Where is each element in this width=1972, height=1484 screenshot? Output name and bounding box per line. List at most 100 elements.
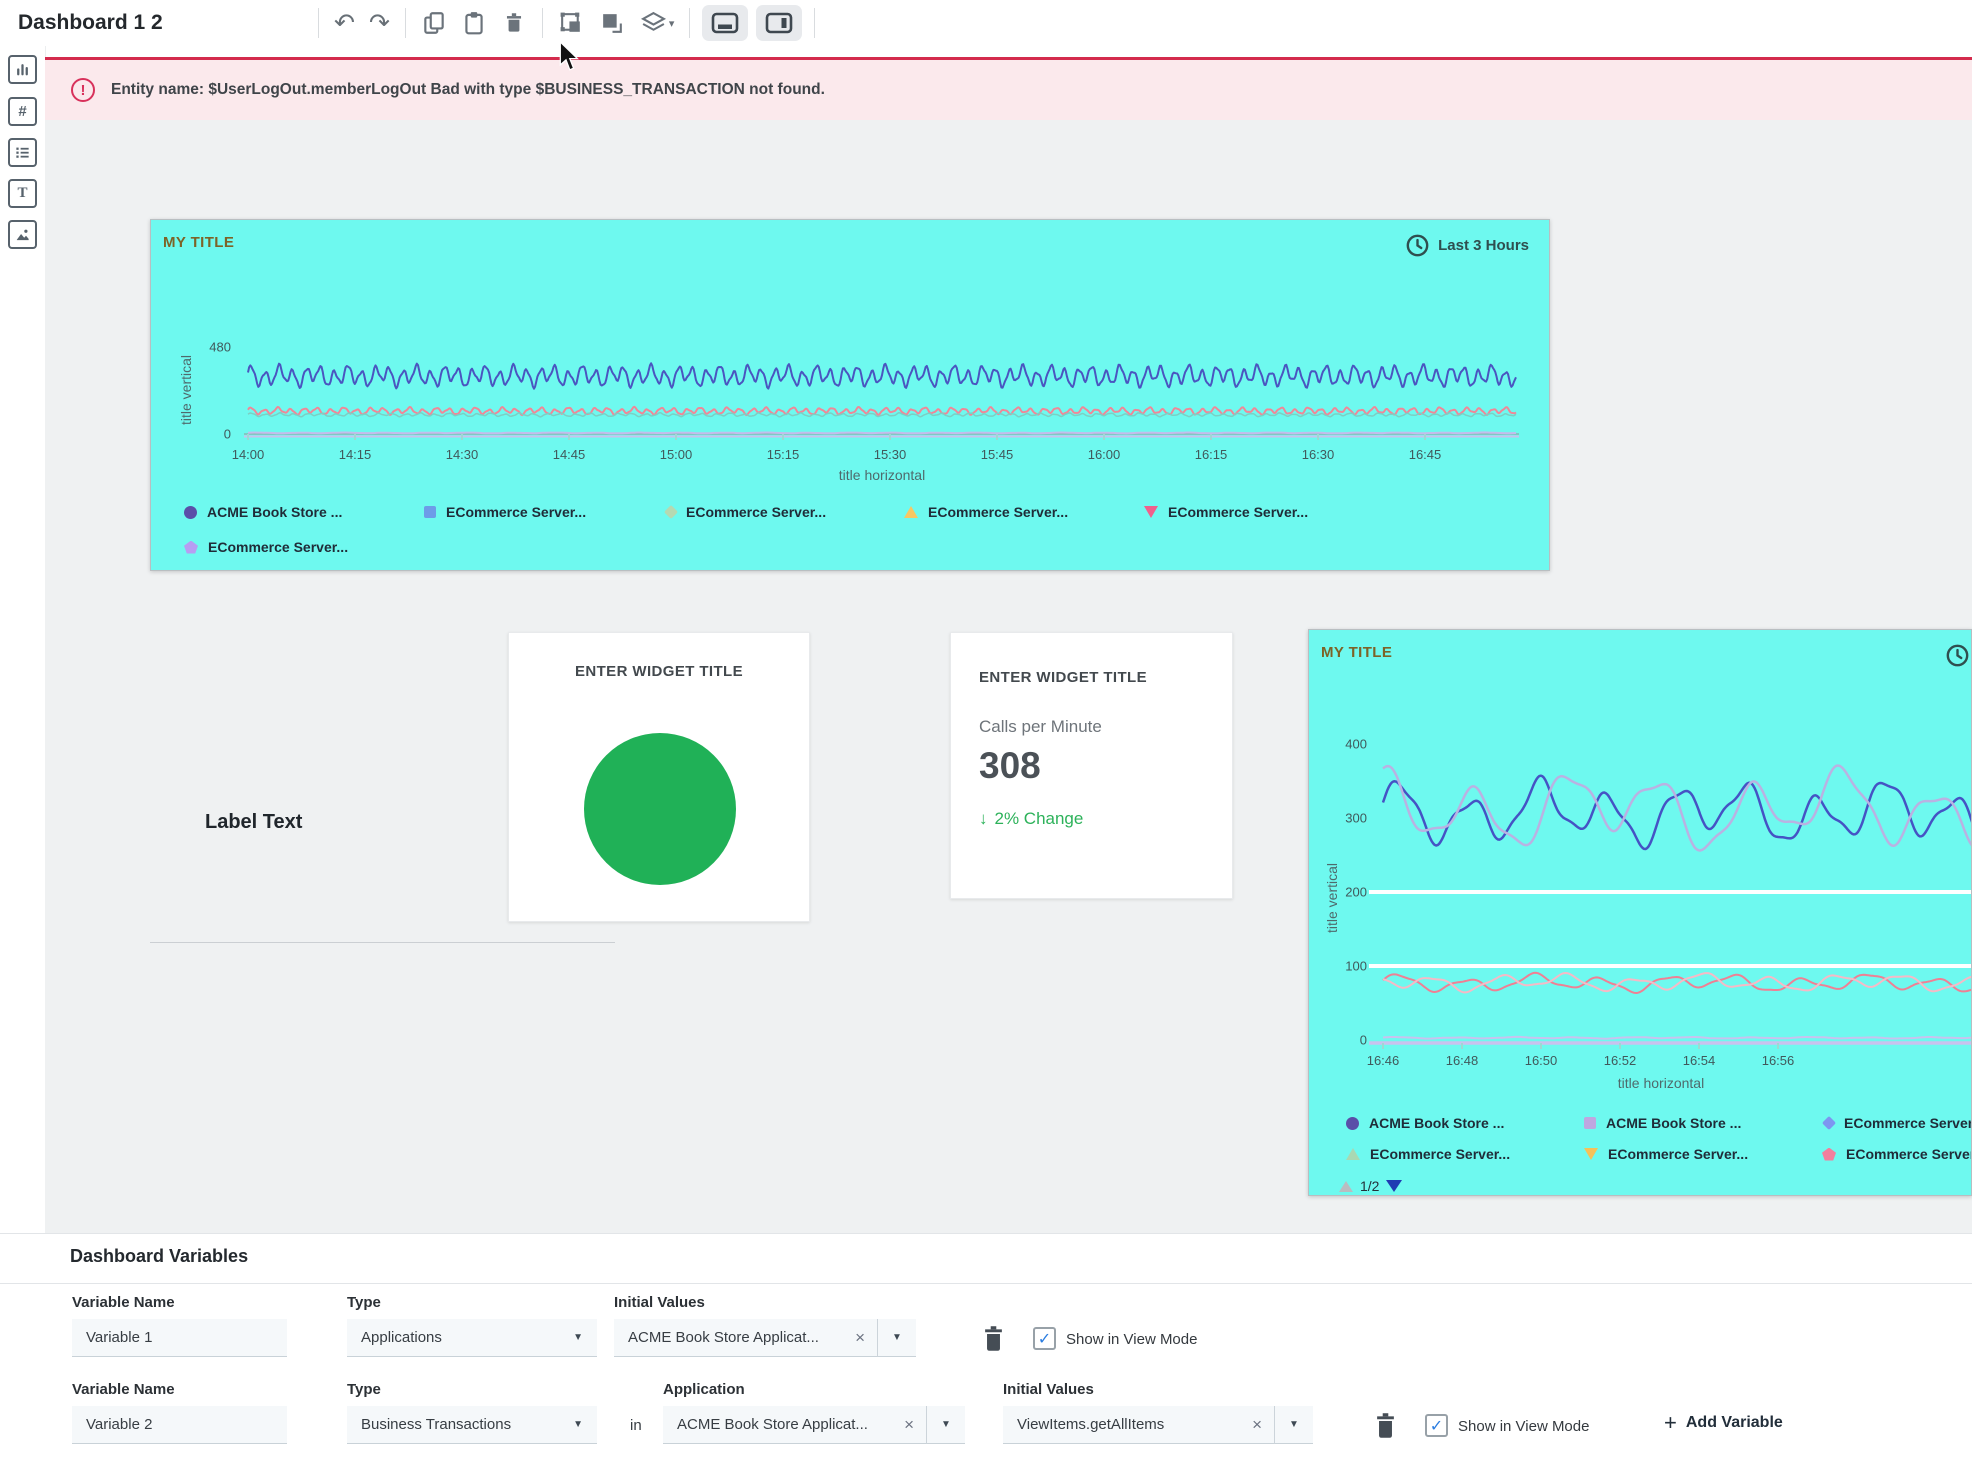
arrow-down-icon: ↓ <box>979 809 988 829</box>
dashboard-variables-panel: Dashboard Variables Variable Name Variab… <box>0 1233 1972 1484</box>
type-select[interactable]: Applications ▼ <box>347 1319 597 1357</box>
y-tick-label: 300 <box>1345 811 1367 826</box>
series-line <box>248 432 1516 433</box>
add-variable-button[interactable]: + Add Variable <box>1658 1413 1789 1433</box>
delete-variable-button[interactable] <box>980 1324 1007 1356</box>
redo-button[interactable]: ↷ <box>362 9 397 37</box>
metric-label: Calls per Minute <box>979 717 1102 737</box>
toolbar-divider <box>542 8 543 38</box>
series-line <box>1383 973 1972 992</box>
caret-down-icon[interactable]: ▼ <box>927 1419 965 1430</box>
caret-down-icon[interactable]: ▼ <box>1275 1419 1313 1430</box>
legend-item[interactable]: ACME Book Store ... <box>1346 1113 1578 1133</box>
chart-widget-icon <box>14 61 31 78</box>
legend-item[interactable]: ACME Book Store ... <box>184 502 416 522</box>
x-axis-title: title horizontal <box>1618 1075 1704 1091</box>
widget-palette: # T <box>0 46 46 1233</box>
legend-item[interactable]: ECommerce Server... <box>904 502 1136 522</box>
pie-widget[interactable]: ENTER WIDGET TITLE <box>508 632 810 922</box>
chart2-mount: 16:4616:4816:5016:5216:5416:564003002001… <box>1309 630 1972 1196</box>
initial-values-select[interactable]: ViewItems.getAllItems × ▼ <box>1003 1406 1313 1444</box>
delete-variable-button[interactable] <box>1372 1411 1399 1443</box>
clear-icon[interactable]: × <box>1246 1415 1274 1435</box>
x-tick-label: 15:15 <box>767 447 800 462</box>
caret-down-icon[interactable]: ▼ <box>878 1332 916 1343</box>
toolbar-divider <box>689 8 690 38</box>
x-tick-label: 15:30 <box>874 447 907 462</box>
y-tick-label: 400 <box>1345 737 1367 752</box>
square-marker-icon <box>424 506 436 518</box>
copy-icon <box>421 10 447 36</box>
timeseries-widget-2[interactable]: MY TITLE 16:4616:4816:5016:5216:5416:564… <box>1308 629 1972 1196</box>
page-down-icon[interactable] <box>1386 1180 1402 1192</box>
legend-item[interactable]: ECommerce Server... <box>1584 1144 1816 1164</box>
toolbar-divider <box>405 8 406 38</box>
widget-boundary <box>150 942 615 943</box>
legend-item[interactable]: ECommerce Server... <box>1822 1144 1972 1164</box>
legend-item[interactable]: ECommerce Server... <box>1144 502 1376 522</box>
clear-icon[interactable]: × <box>849 1328 877 1348</box>
label-widget[interactable]: Label Text <box>205 811 302 834</box>
dashboard-canvas[interactable]: MY TITLE Last 3 Hours 14:0014:1514:3014:… <box>45 120 1972 1233</box>
undo-button[interactable]: ↶ <box>327 9 362 37</box>
error-icon: ! <box>71 78 95 102</box>
redo-icon: ↷ <box>369 13 390 33</box>
application-select[interactable]: ACME Book Store Applicat... × ▼ <box>663 1406 965 1444</box>
metric-widget[interactable]: ENTER WIDGET TITLE Calls per Minute 308 … <box>950 632 1233 899</box>
list-widget-button[interactable] <box>8 138 37 167</box>
ungroup-button[interactable] <box>592 6 633 41</box>
y-tick-label: 100 <box>1345 959 1367 974</box>
x-tick-label: 14:15 <box>339 447 372 462</box>
chart-widget-button[interactable] <box>8 55 37 84</box>
series-line <box>248 407 1516 415</box>
timeseries-widget-1[interactable]: MY TITLE Last 3 Hours 14:0014:1514:3014:… <box>150 219 1550 571</box>
type-select[interactable]: Business Transactions ▼ <box>347 1406 597 1444</box>
x-tick-label: 16:48 <box>1446 1053 1479 1068</box>
legend-item[interactable]: ECommerce Server... <box>1822 1113 1972 1133</box>
paste-button[interactable] <box>454 6 494 40</box>
delete-button[interactable] <box>494 6 534 40</box>
legend-pager: 1/2 <box>1339 1178 1402 1194</box>
legend-label: ACME Book Store ... <box>207 504 342 520</box>
group-button[interactable] <box>551 6 592 41</box>
show-in-view-mode-checkbox[interactable]: ✓ <box>1425 1414 1448 1437</box>
layers-button[interactable]: ▾ <box>633 6 682 41</box>
field-label: Initial Values <box>1003 1381 1094 1398</box>
variable-name-input[interactable]: Variable 1 <box>72 1319 287 1357</box>
copy-button[interactable] <box>414 6 454 40</box>
error-banner: ! Entity name: $UserLogOut.memberLogOut … <box>45 57 1972 120</box>
x-tick-label: 14:45 <box>553 447 586 462</box>
legend-item[interactable]: ECommerce Server... <box>1346 1144 1578 1164</box>
image-widget-icon <box>14 226 31 243</box>
panel-right-toggle-button[interactable] <box>756 5 802 41</box>
caret-down-icon: ▼ <box>573 1419 597 1430</box>
initial-values-select[interactable]: ACME Book Store Applicat... × ▼ <box>614 1319 916 1357</box>
text-widget-button[interactable]: T <box>8 179 37 208</box>
legend-item[interactable]: ECommerce Server... <box>184 537 416 557</box>
number-widget-button[interactable]: # <box>8 97 37 126</box>
panel-bottom-toggle-icon <box>711 12 739 34</box>
legend-item[interactable]: ACME Book Store ... <box>1584 1113 1816 1133</box>
toolbar-divider <box>814 8 815 38</box>
image-widget-button[interactable] <box>8 220 37 249</box>
check-icon: ✓ <box>1430 1418 1443 1434</box>
x-tick-label: 14:30 <box>446 447 479 462</box>
variable-name-input[interactable]: Variable 2 <box>72 1406 287 1444</box>
chip-value: ACME Book Store Applicat... <box>614 1329 849 1346</box>
show-in-view-mode-checkbox[interactable]: ✓ <box>1033 1327 1056 1350</box>
legend-label: ECommerce Server... <box>1846 1146 1972 1162</box>
clear-icon[interactable]: × <box>898 1415 926 1435</box>
layers-icon <box>640 10 667 37</box>
legend-item[interactable]: ECommerce Server... <box>424 502 656 522</box>
legend-item[interactable]: ECommerce Server... <box>664 502 896 522</box>
plus-icon: + <box>1664 1414 1677 1432</box>
chip-value: ACME Book Store Applicat... <box>663 1416 898 1433</box>
dashboard-editor: Dashboard 1 2 ↶ ↷ ▾ <box>0 0 1972 1484</box>
diamond-marker-icon <box>1822 1116 1836 1130</box>
field-label: Type <box>347 1294 381 1311</box>
panel-bottom-toggle-button[interactable] <box>702 5 748 41</box>
chip-value: ViewItems.getAllItems <box>1003 1416 1246 1433</box>
select-value: Business Transactions <box>347 1416 573 1433</box>
trash-icon <box>980 1324 1007 1353</box>
page-up-icon[interactable] <box>1339 1181 1353 1192</box>
